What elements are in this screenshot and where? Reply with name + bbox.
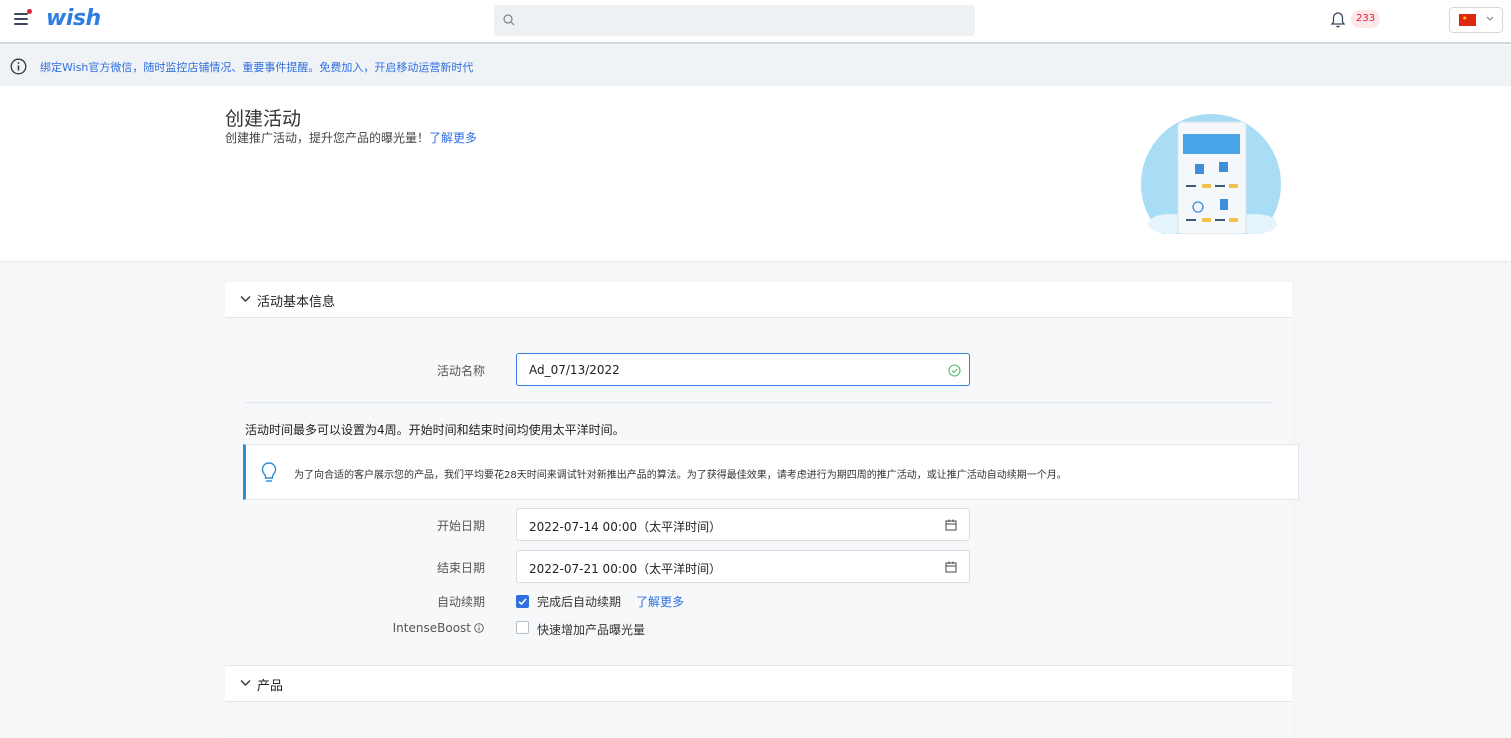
- language-selector[interactable]: ★: [1449, 7, 1503, 33]
- checkmark-icon: [518, 598, 527, 606]
- section-title: 产品: [257, 679, 284, 694]
- wish-logo[interactable]: wish: [46, 6, 101, 31]
- chevron-down-icon: [240, 680, 251, 686]
- page-subtitle: 创建推广活动，提升您产品的曝光量！了解更多: [225, 129, 477, 146]
- intenseboost-checkbox-label[interactable]: 快速增加产品曝光量: [537, 621, 645, 638]
- end-date-label: 结束日期: [436, 561, 485, 575]
- notice-link[interactable]: 绑定Wish官方微信，随时监控店铺情况、重要事件提醒。免费加入，开启移动运营新时…: [40, 59, 473, 75]
- products-section: 产品: [225, 665, 1292, 738]
- search-icon: [503, 14, 515, 26]
- start-date-label: 开始日期: [436, 519, 485, 533]
- intenseboost-label: IntenseBoost: [392, 621, 471, 635]
- products-header[interactable]: 产品: [225, 666, 1292, 702]
- info-icon: [10, 58, 27, 75]
- wechat-notice-bar: 绑定Wish官方微信，随时监控店铺情况、重要事件提醒。免费加入，开启移动运营新时…: [0, 46, 1511, 86]
- menu-icon[interactable]: [14, 9, 32, 25]
- info-icon[interactable]: [474, 623, 484, 633]
- learn-more-link[interactable]: 了解更多: [429, 131, 477, 145]
- bell-icon[interactable]: [1330, 11, 1346, 29]
- auto-renew-label: 自动续期: [436, 595, 485, 609]
- tip-box: 为了向合适的客户展示您的产品，我们平均要花28天时间来调试针对新推出产品的算法。…: [243, 444, 1299, 500]
- phone-illustration: [1141, 114, 1281, 234]
- section-title: 活动基本信息: [257, 295, 336, 310]
- calendar-icon[interactable]: [945, 561, 957, 573]
- start-date-value: 2022-07-14 00:00（太平洋时间）: [529, 520, 722, 534]
- cn-flag-icon: ★: [1459, 14, 1476, 26]
- page-header: 创建活动 创建推广活动，提升您产品的曝光量！了解更多: [0, 86, 1511, 262]
- end-date-input[interactable]: 2022-07-21 00:00（太平洋时间）: [516, 550, 970, 583]
- end-date-value: 2022-07-21 00:00（太平洋时间）: [529, 562, 722, 576]
- campaign-name-label: 活动名称: [436, 364, 485, 378]
- check-circle-icon: [948, 364, 961, 377]
- notification-badge: 233: [1351, 10, 1381, 28]
- chevron-down-icon: [1486, 16, 1494, 21]
- calendar-icon[interactable]: [945, 519, 957, 531]
- subtitle-text: 创建推广活动，提升您产品的曝光量！: [225, 131, 430, 145]
- start-date-input[interactable]: 2022-07-14 00:00（太平洋时间）: [516, 508, 970, 541]
- divider: [245, 402, 1272, 403]
- tip-text: 为了向合适的客户展示您的产品，我们平均要花28天时间来调试针对新推出产品的算法。…: [294, 470, 1067, 481]
- auto-renew-checkbox-label[interactable]: 完成后自动续期: [537, 593, 621, 610]
- duration-rule-text: 活动时间最多可以设置为4周。开始时间和结束时间均使用太平洋时间。: [245, 423, 625, 437]
- campaign-name-value: Ad_07/13/2022: [529, 363, 620, 377]
- page-title: 创建活动: [225, 108, 302, 130]
- flag-star: ★: [1462, 15, 1468, 22]
- campaign-name-input[interactable]: Ad_07/13/2022: [516, 353, 970, 386]
- intenseboost-checkbox[interactable]: [516, 621, 529, 634]
- auto-renew-checkbox[interactable]: [516, 595, 529, 608]
- lightbulb-icon: [261, 462, 277, 482]
- basic-info-header[interactable]: 活动基本信息: [225, 282, 1292, 318]
- chevron-down-icon: [240, 296, 251, 302]
- search-input[interactable]: [494, 5, 975, 36]
- auto-renew-learn-more-link[interactable]: 了解更多: [636, 593, 684, 610]
- top-bar: wish 233 ★: [0, 0, 1511, 44]
- notification-dot: [27, 9, 32, 14]
